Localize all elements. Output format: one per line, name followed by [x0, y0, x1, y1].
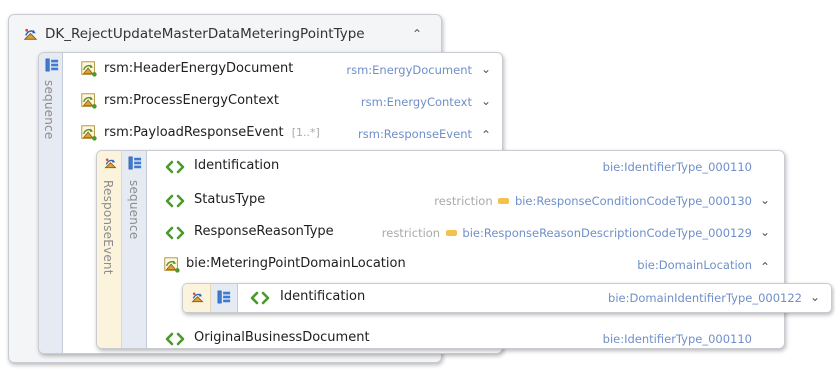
element-type[interactable]: bie:DomainIdentifierType_000122 [520, 291, 802, 305]
collapse-button[interactable]: ⌃ [479, 129, 493, 141]
element-type[interactable]: rsm:ResponseEvent [250, 127, 472, 141]
element-type[interactable]: bie:IdentifierType_000110 [420, 160, 752, 174]
element-domain-identification[interactable]: Identification [280, 289, 365, 304]
response-event-group-box [96, 150, 785, 349]
element-restricted-type[interactable]: restriction bie:ResponseConditionCodeTyp… [360, 194, 752, 208]
collapse-button[interactable]: ⌃ [758, 261, 772, 273]
element-original-business-document[interactable]: OriginalBusinessDocument [194, 330, 370, 345]
element-identification[interactable]: Identification [194, 158, 279, 173]
complex-element-icon [163, 256, 181, 274]
element-metering-point-domain-location[interactable]: bie:MeteringPointDomainLocation [186, 256, 406, 271]
response-event-label: ResponseEvent [101, 180, 115, 275]
expand-button[interactable]: ⌄ [479, 63, 493, 75]
element-type[interactable]: bie:IdentifierType_000110 [420, 332, 752, 346]
restriction-label: restriction [381, 226, 441, 240]
element-type[interactable]: bie:DomainLocation [520, 258, 752, 272]
collapse-root-button[interactable]: ⌃ [410, 28, 424, 40]
sequence-icon [128, 156, 142, 170]
complex-type-title: DK_RejectUpdateMasterDataMeteringPointTy… [45, 26, 365, 42]
type-name: bie:ResponseConditionCodeType_000130 [514, 194, 752, 208]
root-sequence-label: sequence [42, 80, 56, 140]
expand-button[interactable]: ⌄ [758, 194, 772, 206]
expand-button[interactable]: ⌄ [758, 226, 772, 238]
element-icon [250, 291, 270, 305]
sequence-icon [217, 290, 231, 304]
group-icon [190, 290, 205, 305]
element-icon [165, 226, 185, 240]
element-response-reason-type[interactable]: ResponseReasonType [194, 224, 334, 239]
element-icon [165, 194, 185, 208]
element-restricted-type[interactable]: restriction bie:ResponseReasonDescriptio… [340, 226, 752, 240]
element-status-type[interactable]: StatusType [194, 192, 265, 207]
restriction-arrow-icon [498, 198, 510, 204]
restriction-arrow-icon [445, 230, 457, 236]
element-type[interactable]: rsm:EnergyDocument [250, 63, 472, 77]
complex-element-icon [80, 124, 98, 142]
element-icon [165, 332, 185, 346]
group-icon [103, 156, 118, 171]
expand-button[interactable]: ⌄ [808, 291, 822, 303]
complex-type-icon [22, 26, 39, 43]
complex-element-icon [80, 92, 98, 110]
sequence-icon [45, 58, 59, 72]
element-icon [165, 160, 185, 174]
expand-button[interactable]: ⌄ [479, 95, 493, 107]
complex-element-icon [80, 60, 98, 78]
restriction-label: restriction [434, 194, 493, 208]
element-type[interactable]: rsm:EnergyContext [250, 95, 472, 109]
response-event-sequence-label: sequence [127, 180, 141, 240]
type-name: bie:ResponseReasonDescriptionCodeType_00… [462, 226, 752, 240]
